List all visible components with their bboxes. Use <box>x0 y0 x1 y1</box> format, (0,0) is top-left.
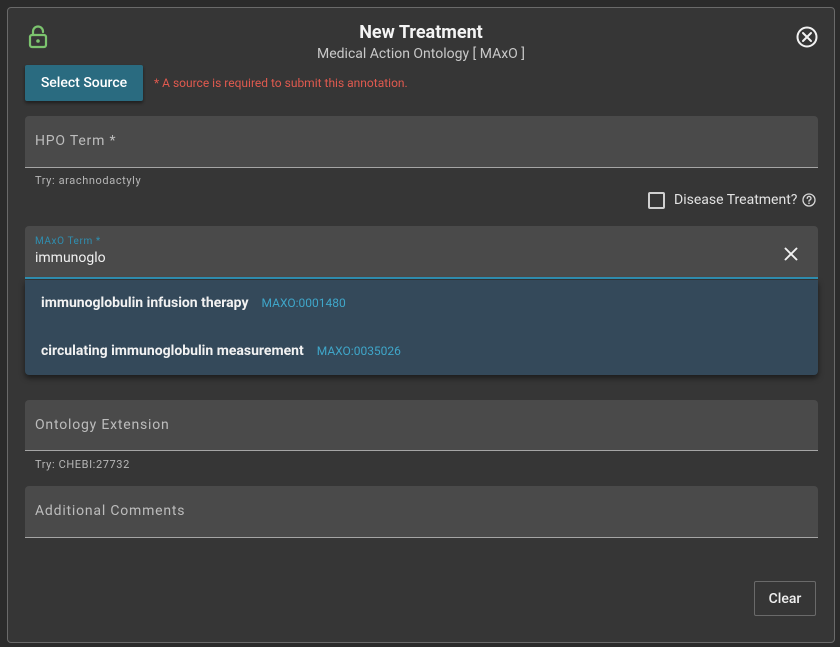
suggestion-name: immunoglobulin infusion therapy <box>41 295 249 311</box>
additional-comments-input[interactable]: Additional Comments <box>25 486 818 538</box>
maxo-term-input[interactable]: MAxO Term * immunoglo <box>25 226 818 279</box>
select-source-button[interactable]: Select Source <box>25 65 143 101</box>
dialog-subtitle: Medical Action Ontology [ MAxO ] <box>317 46 525 62</box>
suggestion-code: MAXO:0035026 <box>316 344 401 358</box>
clear-input-x-icon[interactable] <box>784 247 798 261</box>
ontology-extension-input[interactable]: Ontology Extension <box>25 400 818 451</box>
suggestion-option[interactable]: circulating immunoglobulin measurement M… <box>41 343 401 359</box>
disease-treatment-row: Disease Treatment? <box>648 190 817 210</box>
question-circle-icon[interactable] <box>802 193 817 207</box>
new-treatment-dialog: New Treatment Medical Action Ontology [ … <box>7 7 835 643</box>
maxo-term-label: MAxO Term * <box>35 236 101 247</box>
ontology-extension-label: Ontology Extension <box>35 417 170 433</box>
ontology-extension-hint: Try: CHEBI:27732 <box>35 458 130 471</box>
clear-button[interactable]: Clear <box>754 581 816 616</box>
disease-treatment-label: Disease Treatment? <box>674 192 798 208</box>
source-required-warning: * A source is required to submit this an… <box>154 76 408 90</box>
dialog-title: New Treatment <box>359 22 483 43</box>
suggestion-name: circulating immunoglobulin measurement <box>41 343 304 359</box>
hpo-term-label: HPO Term * <box>35 133 117 149</box>
hpo-term-input[interactable]: HPO Term * <box>25 116 818 168</box>
close-icon[interactable] <box>795 25 819 49</box>
maxo-term-value[interactable]: immunoglo <box>35 250 106 266</box>
suggestion-option[interactable]: immunoglobulin infusion therapy MAXO:000… <box>41 295 346 311</box>
suggestion-code: MAXO:0001480 <box>261 296 346 310</box>
maxo-suggestions-dropdown: immunoglobulin infusion therapy MAXO:000… <box>25 280 818 375</box>
additional-comments-label: Additional Comments <box>35 503 186 519</box>
disease-treatment-checkbox[interactable] <box>648 191 665 209</box>
hpo-term-hint: Try: arachnodactyly <box>35 174 142 187</box>
